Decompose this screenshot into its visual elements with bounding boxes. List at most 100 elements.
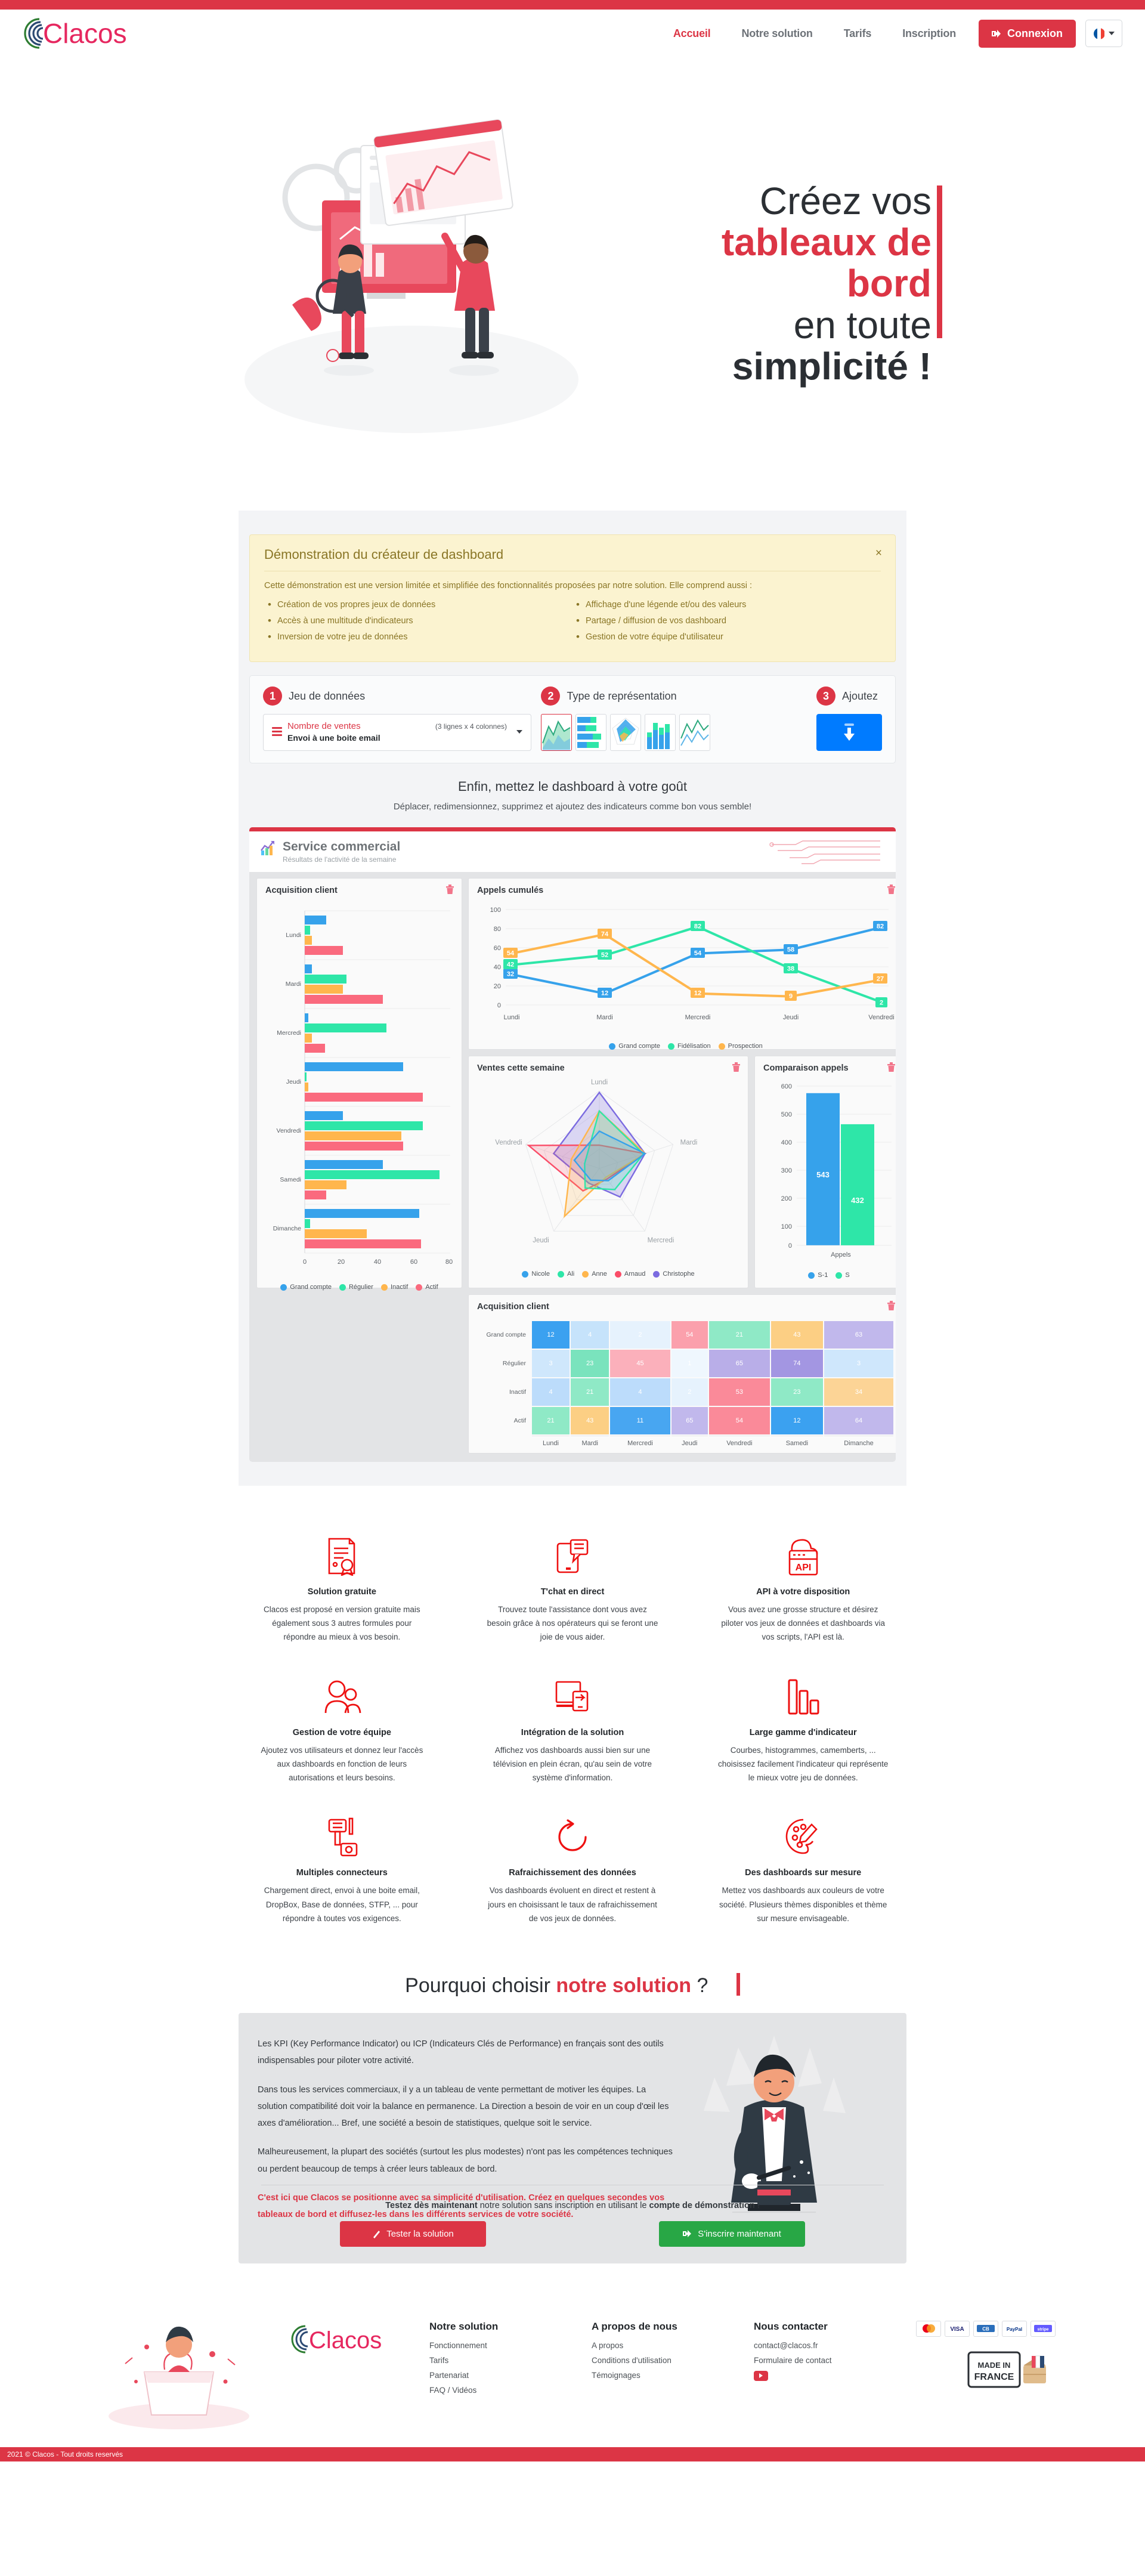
card-title: Acquisition client <box>265 886 338 895</box>
footer-link[interactable]: Conditions d'utilisation <box>592 2356 754 2365</box>
feature-text: Vous avez une grosse structure et désire… <box>721 1605 886 1642</box>
vertical-bar-chart: 600 500 400 300 200 100 0 543 432 Appels <box>781 1083 892 1258</box>
nav-item-accueil[interactable]: Accueil <box>658 27 726 40</box>
svg-text:Clacos: Clacos <box>43 18 127 49</box>
heatmap-cell: 43 <box>571 1407 609 1434</box>
heatmap-cell: 64 <box>824 1407 893 1434</box>
footer-illustration <box>89 2310 286 2435</box>
footer-column-about: A propos de nous A propos Conditions d'u… <box>592 2310 754 2386</box>
dashboard-preview: Service commercial Résultats de l'activi… <box>249 827 896 1462</box>
team-users-icon <box>255 1673 429 1721</box>
delete-icon[interactable] <box>732 1062 741 1072</box>
card-title: Acquisition client <box>477 1302 549 1312</box>
card-ventes-radar[interactable]: Ventes cette semaine Lundi Mardi Mercred… <box>468 1056 748 1288</box>
chart-type-stacked-bar-icon[interactable] <box>645 714 676 751</box>
mastercard-icon <box>916 2320 941 2337</box>
list-item: Création de vos propres jeux de données <box>264 599 572 611</box>
heatmap-table: Grand compte 12 4 2 54 21 43 63 Régulier… <box>477 1320 895 1448</box>
svg-text:300: 300 <box>781 1167 792 1174</box>
svg-text:2: 2 <box>880 1000 883 1007</box>
site-header: Clacos Accueil Notre solution Tarifs Ins… <box>0 10 1145 57</box>
heatmap-cell: 11 <box>610 1407 670 1434</box>
card-appels-cumules-line[interactable]: Appels cumulés 100 80 60 40 20 0 32 12 5… <box>468 878 896 1050</box>
svg-text:100: 100 <box>781 1223 792 1230</box>
dashboard-subtitle: Résultats de l'activité de la semaine <box>283 855 397 864</box>
delete-icon[interactable] <box>887 885 896 895</box>
svg-text:Samedi: Samedi <box>280 1176 301 1183</box>
card-title: Comparaison appels <box>763 1063 849 1073</box>
footer-logo[interactable]: Clacos <box>286 2310 429 2358</box>
chart-type-stacked-hbar-icon[interactable] <box>575 714 607 751</box>
svg-text:500: 500 <box>781 1111 792 1118</box>
heatmap-cell: 65 <box>709 1350 770 1377</box>
svg-text:200: 200 <box>781 1195 792 1202</box>
delete-icon[interactable] <box>887 1301 896 1311</box>
heatmap-cell: 54 <box>671 1321 708 1349</box>
chart-legend: S-1 S <box>763 1272 895 1279</box>
signup-button[interactable]: S'inscrire maintenant <box>659 2221 805 2247</box>
heatmap-cell: 43 <box>770 1321 824 1349</box>
card-comparaison-appels-bar[interactable]: Comparaison appels 600 500 400 300 200 1… <box>754 1056 896 1288</box>
login-arrow-icon <box>992 29 1001 38</box>
feature-title: Rafraichissement des données <box>509 1868 636 1878</box>
chevron-down-icon[interactable] <box>516 730 522 734</box>
footer-link[interactable]: Tarifs <box>429 2356 592 2365</box>
feature-title: API à votre disposition <box>756 1587 850 1597</box>
legend-item: Prospection <box>718 1043 763 1050</box>
dashboard-decoration-icon <box>769 840 880 864</box>
login-button-label: Connexion <box>1007 27 1063 39</box>
card-acquisition-client-heatmap[interactable]: Acquisition client Grand compte 12 4 2 5… <box>468 1294 896 1454</box>
delete-icon[interactable] <box>445 885 454 895</box>
table-row: Régulier 3 23 45 1 65 74 3 <box>478 1350 893 1377</box>
chart-type-radar-icon[interactable] <box>610 714 642 751</box>
footer-link[interactable]: Partenariat <box>429 2371 592 2380</box>
footer-link[interactable]: Fonctionnement <box>429 2341 592 2350</box>
logo-clacos[interactable]: Clacos <box>18 15 137 52</box>
chart-type-line-chart-icon[interactable] <box>679 714 711 751</box>
footer-link[interactable]: A propos <box>592 2341 754 2350</box>
svg-text:Lundi: Lundi <box>591 1079 608 1086</box>
svg-text:52: 52 <box>601 952 608 959</box>
nav-item-inscription[interactable]: Inscription <box>887 27 971 40</box>
svg-text:38: 38 <box>787 966 794 973</box>
nav-item-tarifs[interactable]: Tarifs <box>828 27 887 40</box>
card-acquisition-client-bar[interactable]: Acquisition client Lundi Mardi Mercredi Je… <box>256 878 462 1291</box>
svg-text:12: 12 <box>694 990 701 997</box>
svg-text:Appels: Appels <box>831 1251 851 1258</box>
youtube-icon[interactable] <box>754 2370 768 2381</box>
download-arrow-icon <box>844 723 855 741</box>
footer-link[interactable]: Témoignages <box>592 2371 754 2380</box>
add-indicator-button[interactable] <box>816 714 882 751</box>
svg-text:Vendredi: Vendredi <box>277 1127 301 1134</box>
bar-indicator-icon <box>716 1673 890 1721</box>
why-paragraph-2: Dans tous les services commerciaux, il y… <box>258 2085 669 2129</box>
footer-link-email[interactable]: contact@clacos.fr <box>754 2341 916 2350</box>
hero-accent-bar <box>937 185 942 339</box>
svg-text:Jeudi: Jeudi <box>783 1014 799 1021</box>
footer-link[interactable]: FAQ / Vidéos <box>429 2386 592 2395</box>
close-icon[interactable]: × <box>875 547 882 560</box>
why-cta-strong: compte de démonstration <box>649 2200 755 2210</box>
test-solution-button[interactable]: Tester la solution <box>340 2221 486 2247</box>
dashboard-intro-sub: Déplacer, redimensionnez, supprimez et a… <box>393 802 752 812</box>
made-in-france-badge: MADE IN FRANCE <box>966 2348 1056 2394</box>
delete-icon[interactable] <box>887 1062 896 1072</box>
heatmap-cell: 23 <box>571 1350 609 1377</box>
svg-text:27: 27 <box>877 976 884 983</box>
chart-type-area-chart-icon[interactable] <box>541 714 572 751</box>
row-label: Régulier <box>502 1360 526 1367</box>
login-button[interactable]: Connexion <box>979 19 1076 48</box>
footer-link-form[interactable]: Formulaire de contact <box>754 2356 916 2365</box>
language-selector[interactable] <box>1085 20 1122 47</box>
why-cta-text: Testez dès maintenant notre solution san… <box>261 2201 884 2210</box>
column-header: Dimanche <box>824 1436 893 1447</box>
feature-gestion-equipe: Gestion de votre équipe Ajoutez vos util… <box>227 1660 457 1801</box>
feature-title: Gestion de votre équipe <box>292 1727 391 1737</box>
dataset-select[interactable]: Nombre de ventes Envoi à une boite email… <box>263 714 531 751</box>
feature-text: Trouvez toute l'assistance dont vous ave… <box>487 1605 658 1642</box>
dataset-source: Envoi à une boite email <box>287 732 380 743</box>
nav-item-notre-solution[interactable]: Notre solution <box>726 27 828 40</box>
dashboard-title: Service commercial <box>283 840 401 853</box>
france-label: FRANCE <box>974 2372 1014 2382</box>
legend-item: Grand compte <box>280 1284 332 1291</box>
